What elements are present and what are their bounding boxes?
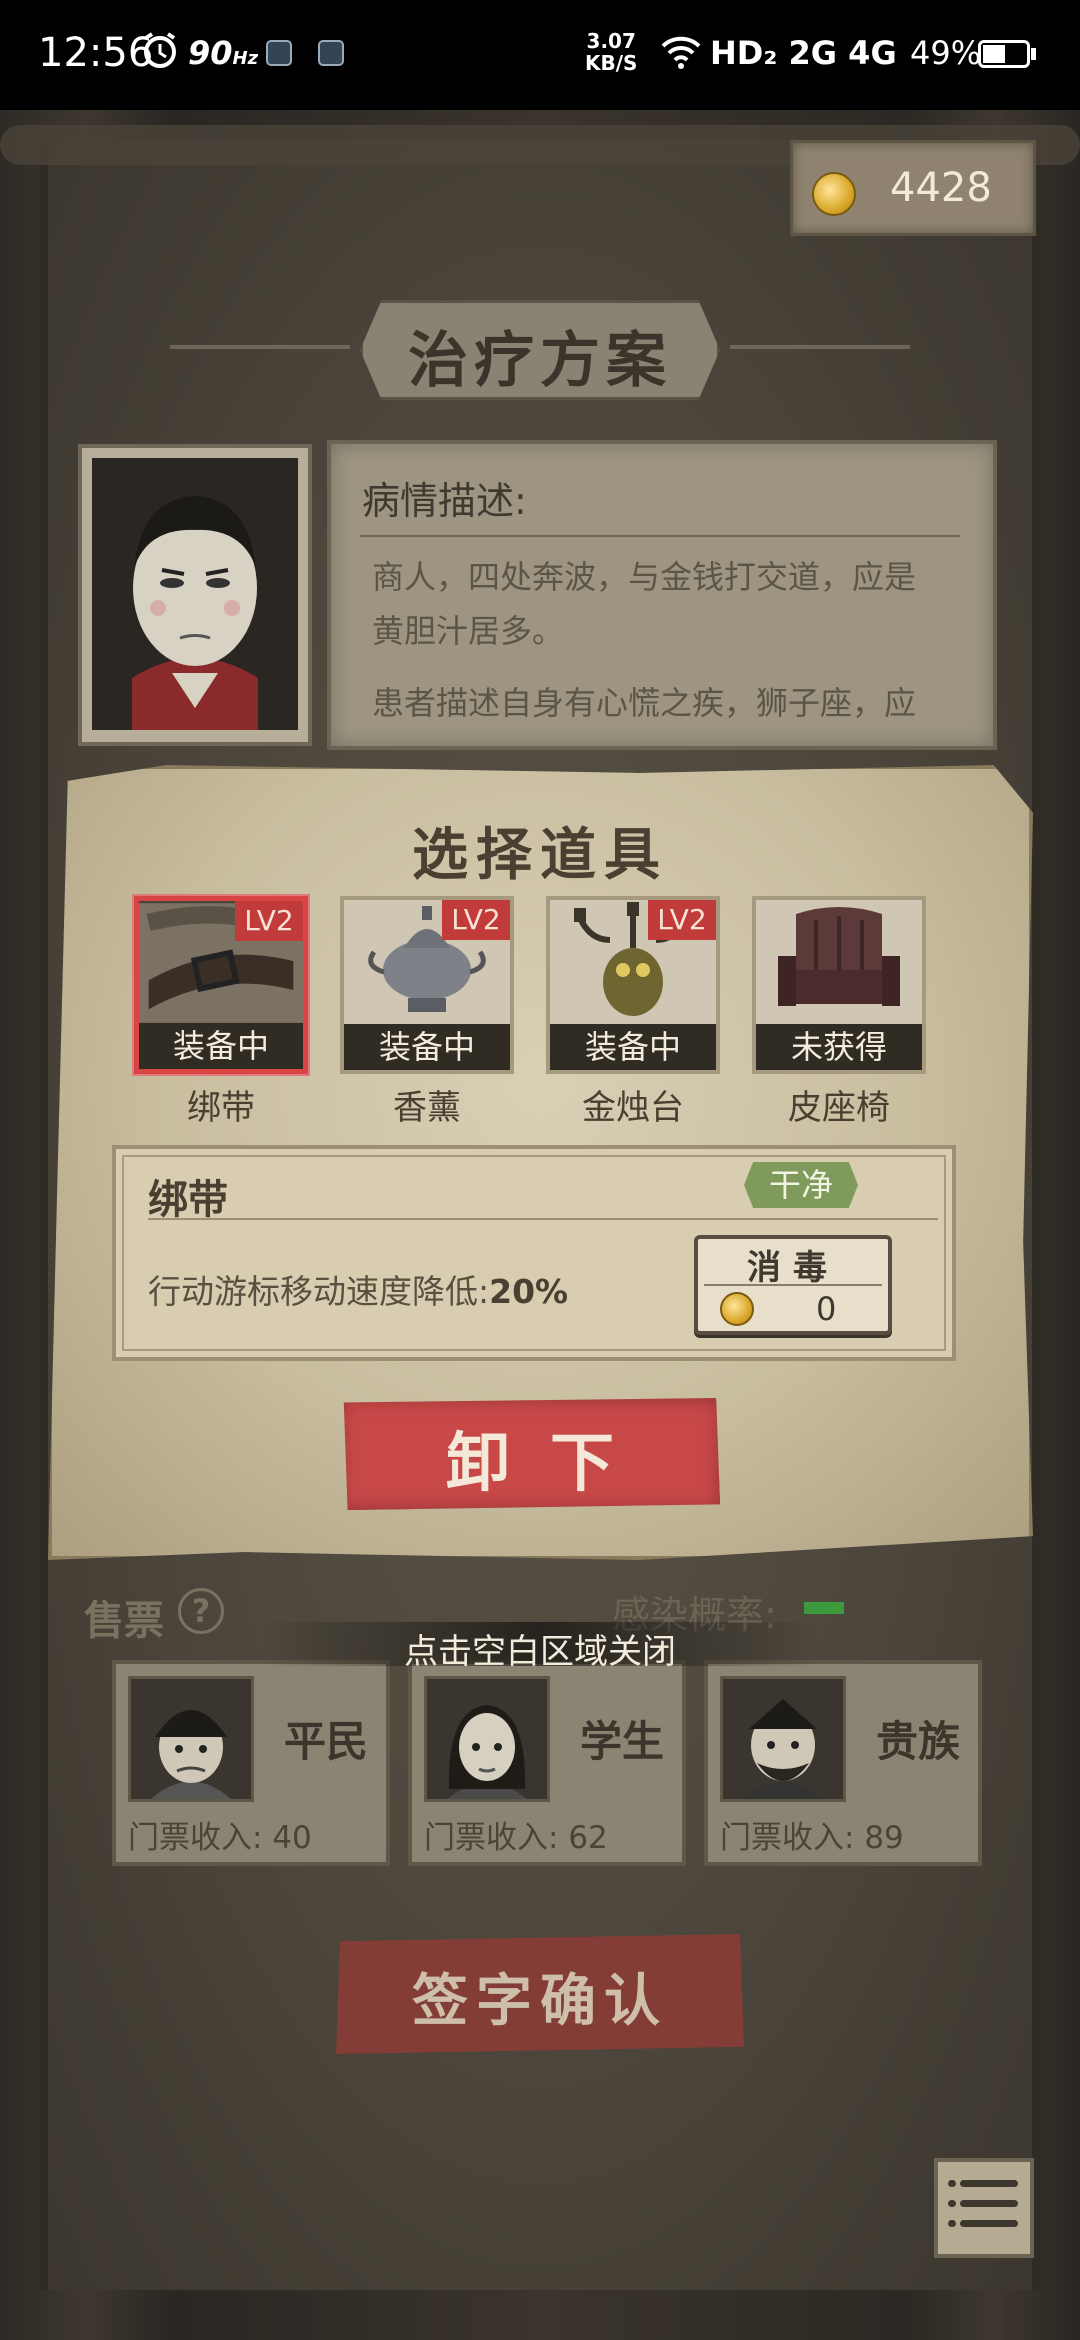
leather-chair-icon (756, 900, 922, 1024)
title-ornament (170, 345, 350, 349)
disinfect-cost: 0 (816, 1290, 837, 1328)
condition-text: 患者描述自身有心慌之疾，狮子座，应 (372, 684, 917, 722)
visitor-card-student[interactable]: 学生 门票收入: 62 (408, 1660, 686, 1866)
alarm-icon (140, 30, 180, 79)
infection-bar (804, 1602, 844, 1614)
item-status: 装备中 (344, 1024, 510, 1070)
level-badge: LV2 (235, 901, 303, 941)
visitor-name: 学生 (579, 1717, 664, 1766)
visitor-name: 贵族 (875, 1717, 960, 1766)
network-speed: 3.07 KB/S (585, 29, 638, 75)
visitor-card-noble[interactable]: 贵族 门票收入: 89 (704, 1660, 982, 1866)
close-hint: 点击空白区域关闭 (404, 1632, 676, 1672)
level-badge: LV2 (648, 900, 716, 940)
visitor-income: 门票收入: 62 (424, 1820, 608, 1856)
item-status: 装备中 (139, 1023, 303, 1069)
clean-status-tag: 干净 (744, 1162, 858, 1208)
wifi-icon (660, 34, 702, 74)
item-card-candelabra[interactable]: LV2 装备中 (546, 896, 720, 1074)
sign-confirm-label: 签字确认 (412, 1969, 668, 2034)
title-ornament (730, 345, 910, 349)
visitor-name: 平民 (283, 1717, 368, 1766)
app-notification-icon (266, 40, 292, 66)
visitor-income: 门票收入: 89 (720, 1820, 904, 1856)
item-name: 皮座椅 (788, 1088, 890, 1128)
detail-item-name: 绑带 (148, 1177, 228, 1223)
detail-effect: 行动游标移动速度降低:20% (148, 1272, 569, 1311)
condition-text: 商人，四处奔波，与金钱打交道，应是 (372, 558, 917, 596)
modal-title: 选择道具 (412, 823, 668, 888)
item-name: 绑带 (187, 1088, 255, 1128)
visitor-portrait (720, 1676, 846, 1802)
visitor-card-commoner[interactable]: 平民 门票收入: 40 (112, 1660, 390, 1866)
level-badge: LV2 (442, 900, 510, 940)
refresh-rate: 90Hz (188, 34, 259, 72)
visitor-income: 门票收入: 40 (128, 1820, 312, 1856)
disinfect-label: 消毒 (747, 1248, 839, 1288)
item-card-leather-chair[interactable]: 未获得 (752, 896, 926, 1074)
coin-icon (812, 172, 856, 216)
network-type: HD₂ 2G 4G (710, 34, 897, 72)
item-card-incense[interactable]: LV2 装备中 (340, 896, 514, 1074)
visitor-portrait (128, 1676, 254, 1802)
item-card-bandage[interactable]: LV2 装备中 (134, 896, 308, 1074)
condition-title: 病情描述: (362, 479, 527, 523)
patient-portrait (92, 458, 298, 730)
item-name: 金烛台 (582, 1088, 684, 1128)
app-notification-icon (318, 40, 344, 66)
status-time: 12:56 (38, 30, 154, 76)
coin-icon (720, 1292, 754, 1326)
battery-percent: 49% (910, 34, 982, 72)
condition-text: 黄胆汁居多。 (372, 612, 565, 650)
item-name: 香薰 (393, 1088, 461, 1128)
item-status: 未获得 (756, 1024, 922, 1070)
menu-button[interactable] (934, 2158, 1034, 2258)
coin-amount: 4428 (890, 165, 992, 211)
item-status: 装备中 (550, 1024, 716, 1070)
unequip-label: 卸下 (446, 1427, 654, 1501)
page-title: 治疗方案 (408, 326, 672, 396)
visitor-portrait (424, 1676, 550, 1802)
